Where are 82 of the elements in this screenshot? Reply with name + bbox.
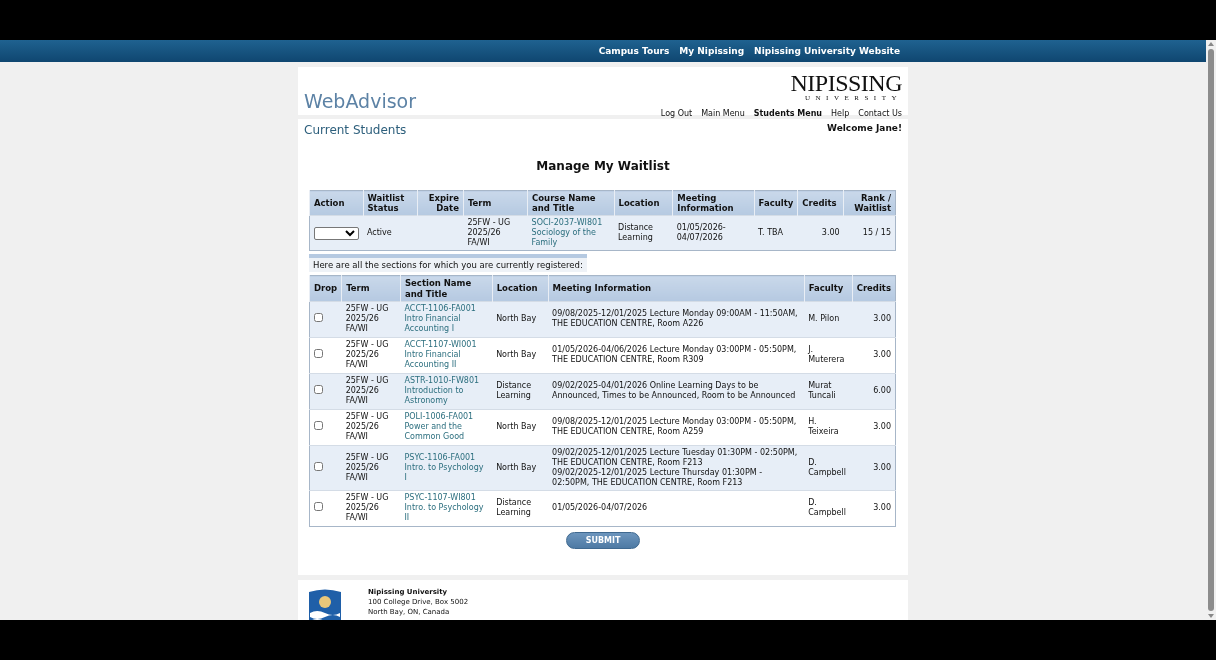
header-link[interactable]: Campus Tours [598, 46, 670, 56]
table-cell: H. Teixeira [804, 409, 853, 446]
nav-link[interactable]: Students Menu [753, 109, 823, 118]
meeting-text: 09/08/2025-12/01/2025 Lecture Monday 03:00PM - 05:50PM, THE EDUCATION CENTRE, Room A259 [552, 417, 798, 438]
action-select[interactable] [314, 226, 359, 240]
section-link[interactable]: PSYC-1107-WI801 Intro. to Psychology II [404, 493, 489, 524]
column-header: Course Name and Title [527, 190, 615, 216]
drop-checkbox[interactable] [314, 421, 323, 431]
header-link[interactable]: Nipissing University Website [754, 46, 900, 56]
header-link[interactable]: My Nipissing [679, 46, 745, 56]
meeting-text: 09/02/2025-12/01/2025 Lecture Tuesday 01:30PM - 02:50PM, THE EDUCATION CENTRE, Room F213 [552, 447, 799, 468]
site-title: WebAdvisor [304, 92, 416, 111]
table-cell: 01/05/2026-04/07/2026 [672, 215, 755, 251]
scrollbar[interactable] [1206, 40, 1216, 620]
table-cell: 3.00 [852, 301, 896, 338]
table-cell: Distance Learning [614, 215, 673, 251]
drop-checkbox[interactable] [314, 313, 323, 323]
nav-link[interactable]: Main Menu [701, 109, 745, 118]
column-header: Expire Date [417, 190, 464, 216]
table-cell: 3.00 [852, 337, 896, 374]
scroll-down-icon[interactable] [1208, 614, 1214, 618]
table-cell: Distance Learning [492, 490, 549, 527]
meeting-text: 09/08/2025-12/01/2025 Lecture Monday 09:00AM - 11:50AM, THE EDUCATION CENTRE, Room A226 [552, 309, 799, 330]
table-cell: 25FW - UG 2025/26 FA/WI [341, 373, 401, 410]
table-cell: T. TBA [754, 215, 798, 251]
column-header: Credits [852, 275, 896, 302]
table-cell: 6.00 [852, 373, 896, 410]
meeting-text: 01/05/2026-04/06/2026 Lecture Monday 03:00PM - 05:50PM, THE EDUCATION CENTRE, Room R309 [552, 345, 798, 366]
table-cell: 3.00 [852, 445, 896, 491]
column-header: Term [341, 275, 401, 302]
drop-checkbox[interactable] [314, 461, 323, 471]
section-link[interactable]: ACCT-1107-WI001 Intro Financial Accounting II [404, 340, 489, 371]
table-cell: 25FW - UG 2025/26 FA/WI [341, 409, 401, 446]
table-cell: 3.00 [852, 490, 896, 527]
column-header: Meeting Information [672, 190, 755, 216]
meeting-text: 09/02/2025-04/01/2026 Online Learning Days to be Announced, Times to be Announced, Room to be Announced [552, 381, 797, 402]
section-link[interactable]: POLI-1006-FA001 Power and the Common Good [404, 412, 489, 443]
column-header: Location [492, 275, 549, 302]
table-cell: J. Muterera [804, 337, 853, 374]
column-header: Credits [797, 190, 844, 216]
drop-checkbox[interactable] [314, 502, 323, 512]
column-header: Action [309, 190, 363, 216]
table-cell: 25FW - UG 2025/26 FA/WI [341, 301, 401, 338]
table-cell: 25FW - UG 2025/26 FA/WI [341, 445, 401, 491]
table-cell: 25FW - UG 2025/26 FA/WI [341, 490, 401, 527]
table-cell: D. Campbell [804, 445, 853, 491]
drop-checkbox[interactable] [314, 385, 323, 395]
table-cell: North Bay [492, 445, 549, 491]
column-header: Section Name and Title [400, 275, 493, 302]
column-header: Location [614, 190, 673, 216]
registered-caption: Here are all the sections for which you are currently registered: [309, 254, 587, 273]
page-title: Manage My Waitlist [535, 159, 671, 173]
scroll-up-icon[interactable] [1208, 42, 1214, 46]
table-cell: North Bay [492, 337, 549, 374]
table-cell: Murat Tuncali [804, 373, 853, 410]
meeting-text: 09/02/2025-12/01/2025 Lecture Thursday 01:30PM - 02:50PM, THE EDUCATION CENTRE, Room F213 [552, 467, 764, 488]
column-header: Faculty [754, 190, 798, 216]
column-header: Rank / Waitlist [843, 190, 896, 216]
table-cell: 3.00 [797, 215, 844, 251]
submit-button[interactable]: SUBMIT [566, 531, 640, 549]
drop-checkbox[interactable] [314, 349, 323, 359]
table-cell: North Bay [492, 301, 549, 338]
table-cell: D. Campbell [804, 490, 853, 527]
table-cell: 25FW - UG 2025/26 FA/WI [341, 337, 401, 374]
column-header: Drop [309, 275, 342, 302]
table-cell: 3.00 [852, 409, 896, 446]
section-title: Current Students [304, 123, 407, 137]
table-cell: North Bay [492, 409, 549, 446]
column-header: Term [463, 190, 528, 216]
welcome-text: Welcome Jane! [827, 123, 902, 133]
column-header: Faculty [804, 275, 853, 302]
column-header: Waitlist Status [363, 190, 418, 216]
nav-link[interactable]: Log Out [660, 109, 693, 118]
nav-link[interactable]: Help [831, 109, 850, 118]
table-cell: M. Pilon [804, 301, 853, 338]
table-cell: Active [363, 215, 418, 251]
table-cell: 15 / 15 [843, 215, 896, 251]
table-cell: Distance Learning [492, 373, 549, 410]
meeting-text: 01/05/2026-04/07/2026 [552, 503, 649, 514]
nav-link[interactable]: Contact Us [858, 109, 902, 118]
column-header: Meeting Information [548, 275, 805, 302]
table-cell: 25FW - UG 2025/26 FA/WI [463, 215, 528, 251]
